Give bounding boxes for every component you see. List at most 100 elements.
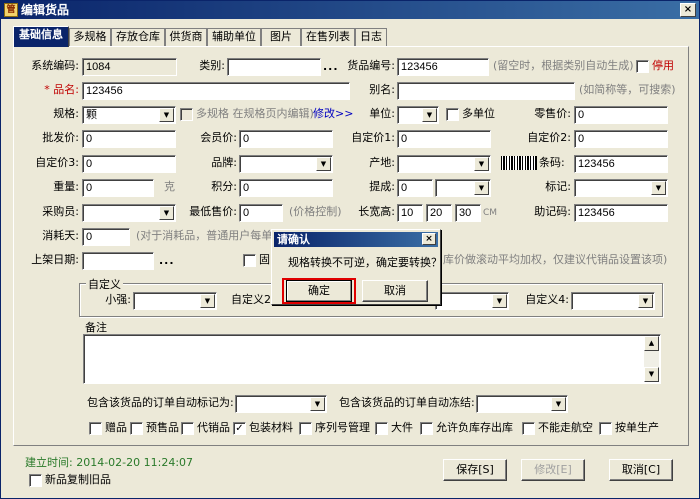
points-field[interactable]: 0 [239, 179, 333, 197]
flag-no-air-checkbox[interactable] [522, 422, 535, 435]
app-icon: 管 [4, 3, 18, 17]
fixed-checkbox[interactable] [243, 254, 256, 267]
tab-warehouse[interactable]: 存放仓库 [111, 28, 165, 46]
modify-button[interactable]: 修改[E] [521, 459, 585, 481]
dropdown-arrow-icon[interactable]: ▼ [159, 108, 174, 122]
flag-gift-checkbox[interactable] [89, 422, 102, 435]
flag-make-to-order-checkbox[interactable] [599, 422, 612, 435]
dropdown-arrow-icon[interactable]: ▼ [651, 181, 666, 195]
copy-checkbox[interactable] [29, 474, 42, 487]
member-label: 会员价: [200, 131, 237, 144]
dropdown-arrow-icon[interactable]: ▼ [422, 108, 437, 122]
alias-field[interactable] [397, 82, 575, 100]
dropdown-arrow-icon[interactable]: ▼ [316, 157, 331, 171]
brand-select[interactable]: ▼ [239, 155, 333, 173]
dropdown-arrow-icon[interactable]: ▼ [638, 294, 653, 308]
custom3-field[interactable]: 0 [82, 155, 176, 173]
notes-scrollbar[interactable]: ▲ ▼ [644, 336, 659, 382]
custom2-field[interactable]: 0 [574, 130, 668, 148]
flag-serial-checkbox[interactable] [299, 422, 312, 435]
save-button[interactable]: 保存[S] [443, 459, 507, 481]
title-bar: 管 编辑货品 × [1, 1, 699, 19]
dialog-close-icon[interactable]: × [422, 233, 436, 245]
custom4-select[interactable]: ▼ [571, 292, 655, 310]
dropdown-arrow-icon[interactable]: ▼ [474, 157, 489, 171]
cancel-button[interactable]: 取消[C] [609, 459, 673, 481]
points-label: 积分: [211, 180, 237, 193]
member-field[interactable]: 0 [239, 130, 333, 148]
dialog-ok-button[interactable]: 确定 [286, 280, 352, 302]
flag-presale-checkbox[interactable] [130, 422, 143, 435]
wholesale-field[interactable]: 0 [82, 130, 176, 148]
flag-presale-label: 预售品 [146, 421, 179, 434]
commission-field[interactable]: 0 [397, 179, 433, 197]
dialog-cancel-button[interactable]: 取消 [362, 280, 428, 302]
mnemonic-label: 助记码: [534, 205, 571, 218]
tab-on-sale[interactable]: 在售列表 [301, 28, 355, 46]
dropdown-arrow-icon[interactable]: ▼ [310, 397, 325, 411]
min-price-field[interactable]: 0 [239, 204, 283, 222]
buyer-select[interactable]: ▼ [82, 204, 176, 222]
flag-negative-stock-checkbox[interactable] [420, 422, 433, 435]
consume-days-label: 消耗天: [42, 229, 79, 242]
flag-packaging-checkbox[interactable]: ✓ [233, 422, 246, 435]
stop-checkbox[interactable] [636, 60, 649, 73]
unit-select[interactable]: ▼ [397, 106, 439, 124]
category-field[interactable] [227, 58, 321, 76]
custom-group-caption: 自定义 [86, 276, 123, 292]
multi-unit-checkbox[interactable] [446, 108, 459, 121]
scroll-up-icon[interactable]: ▲ [644, 336, 659, 351]
dropdown-arrow-icon[interactable]: ▼ [474, 181, 489, 195]
alias-hint: (如简称等，可搜索) [579, 83, 676, 96]
dims-width-field[interactable]: 20 [426, 204, 452, 222]
sys-code-field: 1084 [82, 58, 177, 76]
spec-select[interactable]: 颗 ▼ [82, 106, 176, 124]
tab-multi-spec[interactable]: 多规格 [69, 28, 111, 46]
name-field[interactable]: 123456 [82, 82, 350, 100]
dropdown-arrow-icon[interactable]: ▼ [551, 397, 566, 411]
tab-aux-unit[interactable]: 辅助单位 [207, 28, 261, 46]
created-time: 建立时间: 2014-02-20 11:24:07 [25, 456, 194, 469]
order-freeze-select[interactable]: ▼ [476, 395, 568, 413]
order-mark-select[interactable]: ▼ [235, 395, 327, 413]
shelf-date-picker-button[interactable]: ... [159, 254, 175, 267]
xiaoqiang-select[interactable]: ▼ [133, 292, 217, 310]
custom3-label: 自定价3: [35, 156, 79, 169]
flag-large-label: 大件 [391, 421, 413, 434]
tab-images[interactable]: 图片 [261, 28, 301, 46]
dropdown-arrow-icon[interactable]: ▼ [159, 206, 174, 220]
retail-field[interactable]: 0 [574, 106, 668, 124]
notes-textarea[interactable]: ▲ ▼ [83, 334, 661, 384]
flag-large-checkbox[interactable] [375, 422, 388, 435]
tag-select[interactable]: ▼ [574, 179, 668, 197]
flag-consign-checkbox[interactable] [181, 422, 194, 435]
min-price-hint: (价格控制) [289, 205, 342, 218]
barcode-icon [501, 156, 537, 170]
commission-type-select[interactable]: ▼ [435, 179, 491, 197]
dims-length-field[interactable]: 10 [397, 204, 423, 222]
alias-label: 别名: [369, 83, 395, 96]
consume-days-field[interactable]: 0 [82, 228, 130, 246]
custom1-field[interactable]: 0 [397, 130, 491, 148]
dropdown-arrow-icon[interactable]: ▼ [492, 294, 507, 308]
close-icon[interactable]: × [680, 3, 696, 17]
unit-label: 单位: [369, 107, 395, 120]
stop-label: 停用 [652, 59, 674, 72]
goods-no-field[interactable]: 123456 [397, 58, 489, 76]
spec-value: 颗 [86, 108, 97, 121]
custom3-group-select[interactable]: ▼ [435, 292, 509, 310]
multi-spec-checkbox[interactable] [180, 108, 193, 121]
weight-field[interactable]: 0 [82, 179, 154, 197]
retail-label: 零售价: [534, 107, 571, 120]
commission-label: 提成: [369, 180, 395, 193]
origin-select[interactable]: ▼ [397, 155, 491, 173]
barcode-field[interactable]: 123456 [574, 155, 668, 173]
dims-height-field[interactable]: 30 [455, 204, 481, 222]
dropdown-arrow-icon[interactable]: ▼ [200, 294, 215, 308]
tab-log[interactable]: 日志 [355, 28, 387, 46]
tab-supplier[interactable]: 供货商 [165, 28, 207, 46]
shelf-date-field[interactable] [82, 252, 154, 270]
mnemonic-field[interactable]: 123456 [574, 204, 668, 222]
scroll-down-icon[interactable]: ▼ [644, 367, 659, 382]
tab-basic-info[interactable]: 基础信息 [13, 26, 69, 47]
